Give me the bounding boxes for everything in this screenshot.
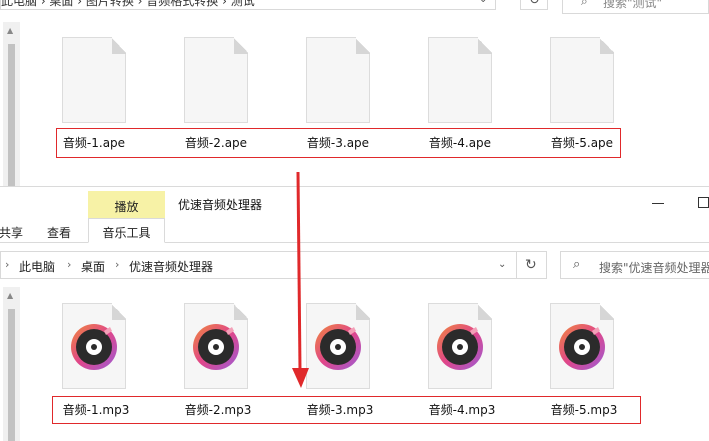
- search-input[interactable]: ⌕ 搜索"测试": [562, 0, 709, 14]
- chevron-right-icon[interactable]: ›: [115, 258, 119, 271]
- music-disc-icon: [71, 324, 117, 370]
- music-disc-icon: [315, 324, 361, 370]
- breadcrumb-item[interactable]: 桌面: [81, 258, 105, 275]
- chevron-down-icon[interactable]: ⌄: [498, 259, 506, 270]
- refresh-button[interactable]: ↻: [517, 251, 547, 279]
- context-tab-label: 播放: [114, 200, 139, 214]
- file-item[interactable]: [424, 303, 496, 391]
- music-disc-icon: [193, 324, 239, 370]
- file-item[interactable]: [546, 303, 618, 391]
- chevron-down-icon[interactable]: ⌄: [479, 0, 487, 5]
- background-explorer-window: 此电脑 › 桌面 › 图片转换 › 音频格式转换 › 测试 ⌄ ↻ ⌕ 搜索"测…: [0, 0, 709, 186]
- file-item[interactable]: [58, 303, 130, 391]
- highlight-box: [52, 396, 641, 424]
- address-bar[interactable]: › 此电脑 › 桌面 › 优速音频处理器 ⌄: [0, 251, 517, 279]
- vertical-scrollbar[interactable]: ▲: [3, 287, 20, 441]
- file-item[interactable]: [302, 37, 374, 125]
- breadcrumb-item[interactable]: 此电脑: [19, 258, 55, 275]
- file-item[interactable]: [180, 37, 252, 125]
- music-disc-icon: [437, 324, 483, 370]
- file-item[interactable]: [302, 303, 374, 391]
- window-title: 优速音频处理器: [178, 198, 263, 212]
- file-item[interactable]: [546, 37, 618, 125]
- tab-share[interactable]: 共享: [0, 224, 23, 241]
- minimize-icon[interactable]: [652, 203, 664, 204]
- search-input[interactable]: ⌕ 搜索"优速音频处理器": [560, 251, 709, 279]
- refresh-button[interactable]: ↻: [520, 0, 548, 10]
- scrollbar-thumb[interactable]: [8, 44, 15, 186]
- highlight-box: [56, 128, 621, 158]
- file-item[interactable]: [180, 303, 252, 391]
- scroll-up-icon[interactable]: ▲: [7, 26, 13, 35]
- chevron-right-icon[interactable]: ›: [5, 258, 9, 271]
- tab-label: 音乐工具: [102, 226, 151, 240]
- breadcrumb-item[interactable]: 优速音频处理器: [129, 258, 213, 275]
- address-path: 此电脑 › 桌面 › 图片转换 › 音频格式转换 › 测试: [1, 0, 255, 8]
- chevron-right-icon[interactable]: ›: [67, 258, 71, 271]
- scrollbar-thumb[interactable]: [8, 309, 15, 441]
- vertical-scrollbar[interactable]: ▲: [3, 22, 20, 186]
- title-bar[interactable]: 播放 优速音频处理器: [0, 187, 709, 219]
- search-icon: ⌕: [573, 257, 581, 272]
- ribbon-tabs: 共享 查看 音乐工具: [0, 218, 709, 243]
- context-tab-play[interactable]: 播放: [88, 191, 165, 219]
- refresh-icon: ↻: [529, 0, 540, 8]
- tab-music-tools[interactable]: 音乐工具: [88, 218, 165, 243]
- explorer-window: 播放 优速音频处理器 共享 查看 音乐工具 › 此电脑 › 桌面 › 优速音频处…: [0, 186, 709, 441]
- file-item[interactable]: [424, 37, 496, 125]
- address-row: › 此电脑 › 桌面 › 优速音频处理器 ⌄ ↻ ⌕ 搜索"优速音频处理器": [0, 251, 709, 279]
- search-placeholder: 搜索"测试": [603, 0, 663, 10]
- tab-view[interactable]: 查看: [47, 224, 71, 241]
- file-item[interactable]: [58, 37, 130, 125]
- refresh-icon: ↻: [525, 257, 537, 273]
- search-placeholder: 搜索"优速音频处理器": [599, 261, 709, 275]
- maximize-icon[interactable]: [698, 197, 709, 208]
- search-icon: ⌕: [581, 0, 588, 8]
- music-disc-icon: [559, 324, 605, 370]
- scroll-up-icon[interactable]: ▲: [7, 291, 13, 300]
- address-bar[interactable]: 此电脑 › 桌面 › 图片转换 › 音频格式转换 › 测试 ⌄: [0, 0, 496, 10]
